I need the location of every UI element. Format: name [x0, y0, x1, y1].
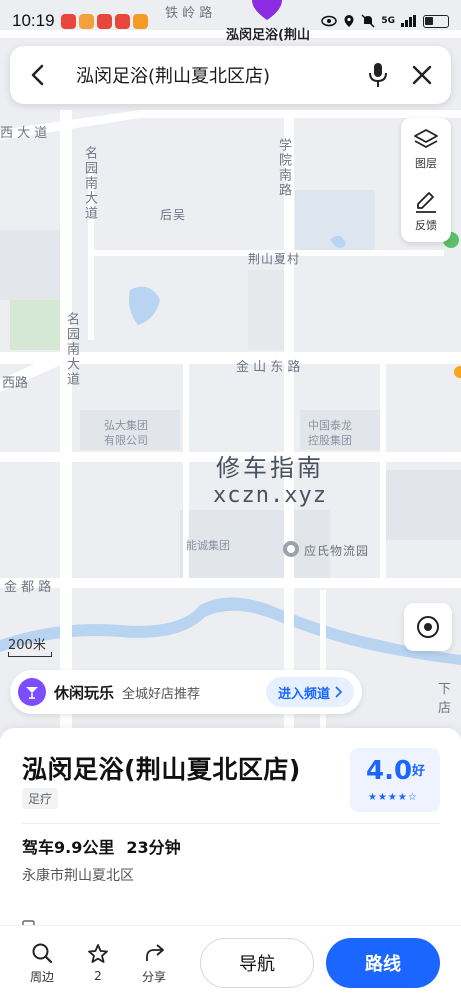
app-notification-icon	[60, 13, 76, 29]
layers-label: 图层	[415, 156, 437, 170]
pencil-icon	[416, 191, 436, 213]
map-canvas[interactable]: 铁 岭 路 泓闵足浴(荆山 西 大 道 名园南大道 名园南大道 学院南路 金 山…	[0, 0, 461, 760]
app-notification-icon	[78, 13, 94, 29]
map-scale-bar	[8, 652, 52, 657]
map-scale-label: 200米	[8, 638, 46, 653]
favorite-count: 2	[94, 969, 102, 983]
rating-box[interactable]: 4.0 好 ★★★★☆	[350, 748, 440, 812]
cocktail-icon	[18, 678, 46, 706]
route-button[interactable]: 路线	[326, 938, 440, 988]
road-label-mingyuan-lower: 名园南大道	[64, 312, 79, 387]
close-icon[interactable]	[407, 60, 437, 90]
mute-icon	[361, 14, 375, 28]
place-label-nengcheng: 能诚集团	[186, 539, 230, 552]
road-label-xida: 西 大 道	[0, 126, 48, 141]
app-notification-icon	[132, 13, 148, 29]
share-button[interactable]: 分享	[126, 942, 182, 985]
status-indicators: 5G	[321, 14, 449, 28]
share-icon	[146, 943, 164, 961]
favorite-button[interactable]: 2	[70, 943, 126, 983]
search-icon	[32, 943, 53, 963]
layers-button[interactable]: 图层	[401, 118, 451, 180]
place-label-jingshan-xia: 荆山夏村	[248, 252, 301, 266]
battery-icon	[423, 14, 449, 28]
place-label-houwu: 后吴	[160, 208, 187, 222]
status-bar: 10:19 5G	[0, 0, 461, 42]
status-app-icons	[60, 13, 148, 29]
road-label-xi: 西路	[2, 376, 29, 391]
status-time: 10:19	[12, 11, 55, 30]
road-label-xueyuan: 学院南路	[276, 138, 291, 198]
rating-score: 4.0	[366, 756, 413, 786]
feedback-label: 反馈	[415, 218, 437, 232]
network-label: 5G	[381, 16, 395, 26]
nearby-label: 周边	[29, 969, 54, 984]
bottom-action-bar: 周边 2 分享 导航 路线	[0, 926, 461, 1000]
road-label-mingyuan-upper: 名园南大道	[82, 146, 97, 221]
place-address: 永康市荆山夏北区	[22, 868, 134, 884]
map-tool-panel: 图层 反馈	[401, 118, 451, 242]
divider	[22, 823, 440, 824]
locate-icon	[417, 616, 439, 638]
share-label: 分享	[141, 969, 166, 984]
category-tag: 足疗	[22, 788, 59, 809]
chevron-right-icon	[335, 686, 342, 698]
eye-icon	[321, 15, 338, 27]
back-icon[interactable]	[24, 62, 50, 88]
location-icon	[344, 15, 354, 27]
watermark-line2: xczn.xyz	[213, 483, 327, 508]
app-notification-icon	[114, 13, 130, 29]
place-title: 泓闵足浴(荆山夏北区店)	[22, 755, 301, 784]
drive-info: 驾车9.9公里 23分钟	[22, 834, 193, 858]
watermark: 修车指南 xczn.xyz	[213, 448, 327, 508]
navigate-button[interactable]: 导航	[200, 938, 314, 988]
locate-button[interactable]	[404, 603, 452, 651]
search-bar[interactable]: 泓闵足浴(荆山夏北区店)	[10, 46, 451, 104]
nearby-button[interactable]: 周边	[14, 942, 70, 985]
promo-title: 休闲玩乐	[54, 683, 115, 702]
place-label-zhongguo-tailong: 中国泰龙 控股集团	[308, 419, 352, 447]
road-label-jindu: 金 都 路	[4, 580, 52, 595]
layers-icon	[414, 128, 438, 148]
enter-channel-button[interactable]: 进入频道	[265, 677, 354, 707]
drive-distance: 驾车9.9公里	[22, 838, 115, 857]
drive-time: 23分钟	[126, 838, 181, 857]
promo-banner[interactable]: 休闲玩乐 全城好店推荐 进入频道	[10, 670, 362, 714]
place-label-hongda: 弘大集团 有限公司	[104, 419, 148, 447]
watermark-line1: 修车指南	[215, 454, 324, 482]
rating-word: 好	[412, 764, 426, 779]
road-label-xia: 下店	[438, 682, 452, 716]
signal-icon	[401, 15, 416, 27]
microphone-icon[interactable]	[361, 58, 395, 92]
enter-channel-label: 进入频道	[277, 686, 330, 702]
road-label-jinshan-east: 金 山 东 路	[236, 360, 301, 375]
rating-stars: ★★★★☆	[368, 792, 418, 803]
promo-subtitle: 全城好店推荐	[122, 686, 201, 702]
app-notification-icon	[96, 13, 112, 29]
star-icon	[88, 944, 108, 963]
place-label-yingshi: 应氏物流园	[304, 544, 370, 558]
feedback-button[interactable]: 反馈	[401, 180, 451, 242]
search-input[interactable]: 泓闵足浴(荆山夏北区店)	[76, 62, 361, 88]
